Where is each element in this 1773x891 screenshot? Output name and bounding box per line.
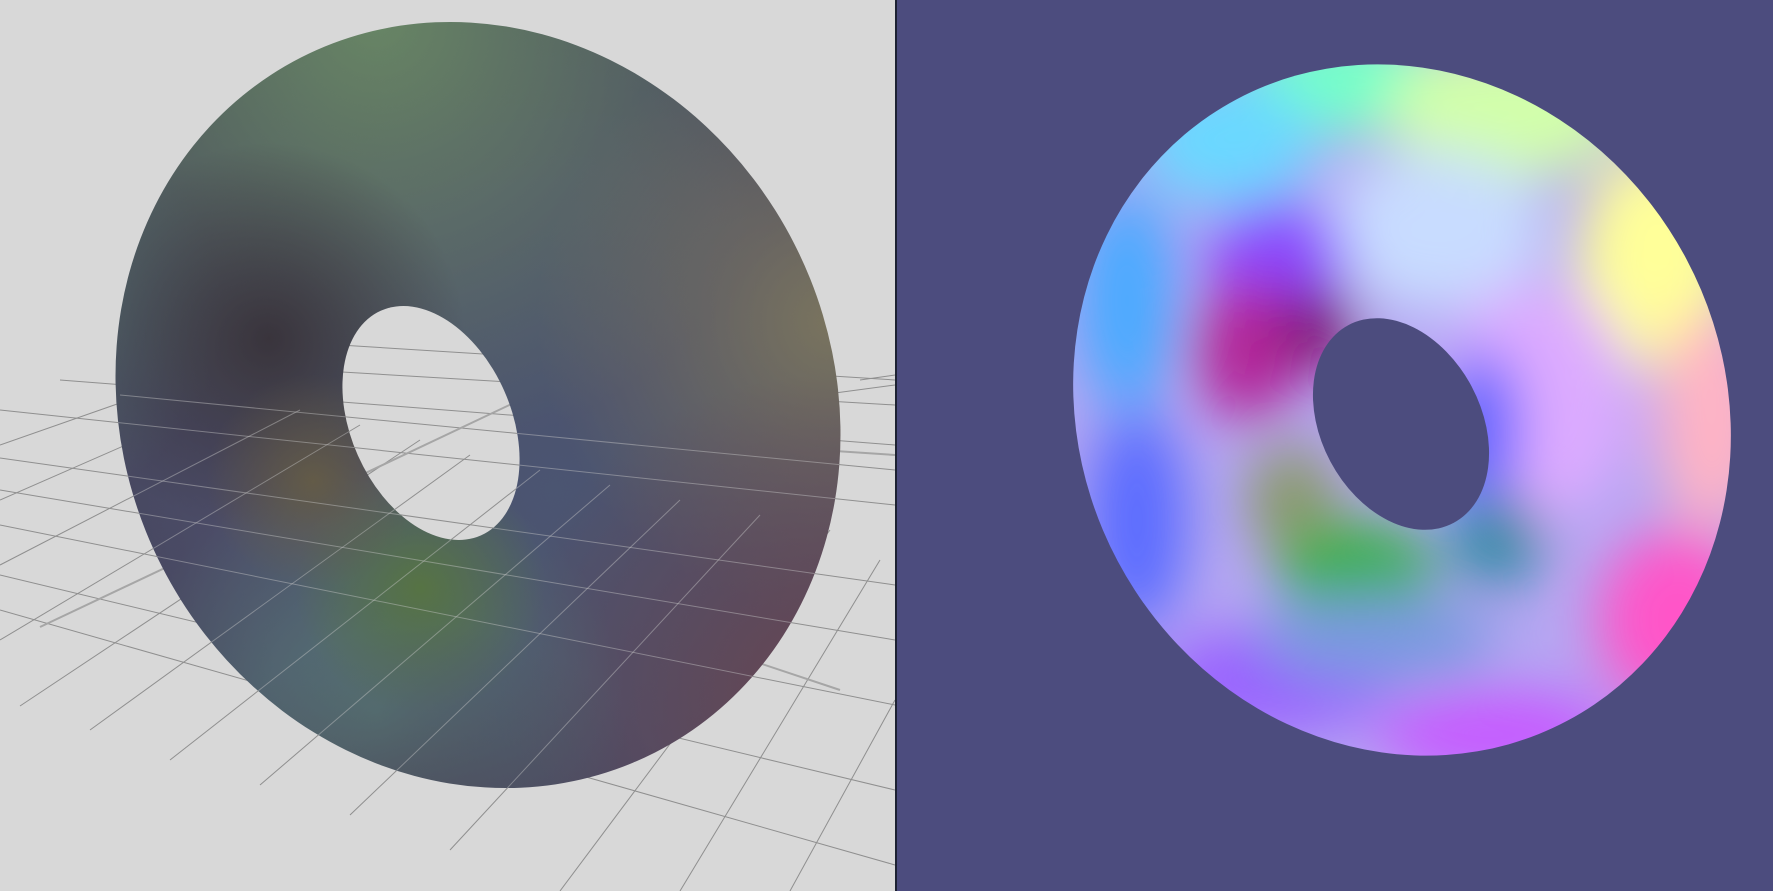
viewport-right[interactable] (897, 0, 1773, 891)
viewport-left[interactable] (0, 0, 895, 891)
right-scene (897, 0, 1773, 891)
right-torus[interactable] (897, 0, 1773, 891)
left-torus[interactable] (0, 0, 895, 891)
left-scene (0, 0, 895, 891)
dual-viewport-app (0, 0, 1773, 891)
